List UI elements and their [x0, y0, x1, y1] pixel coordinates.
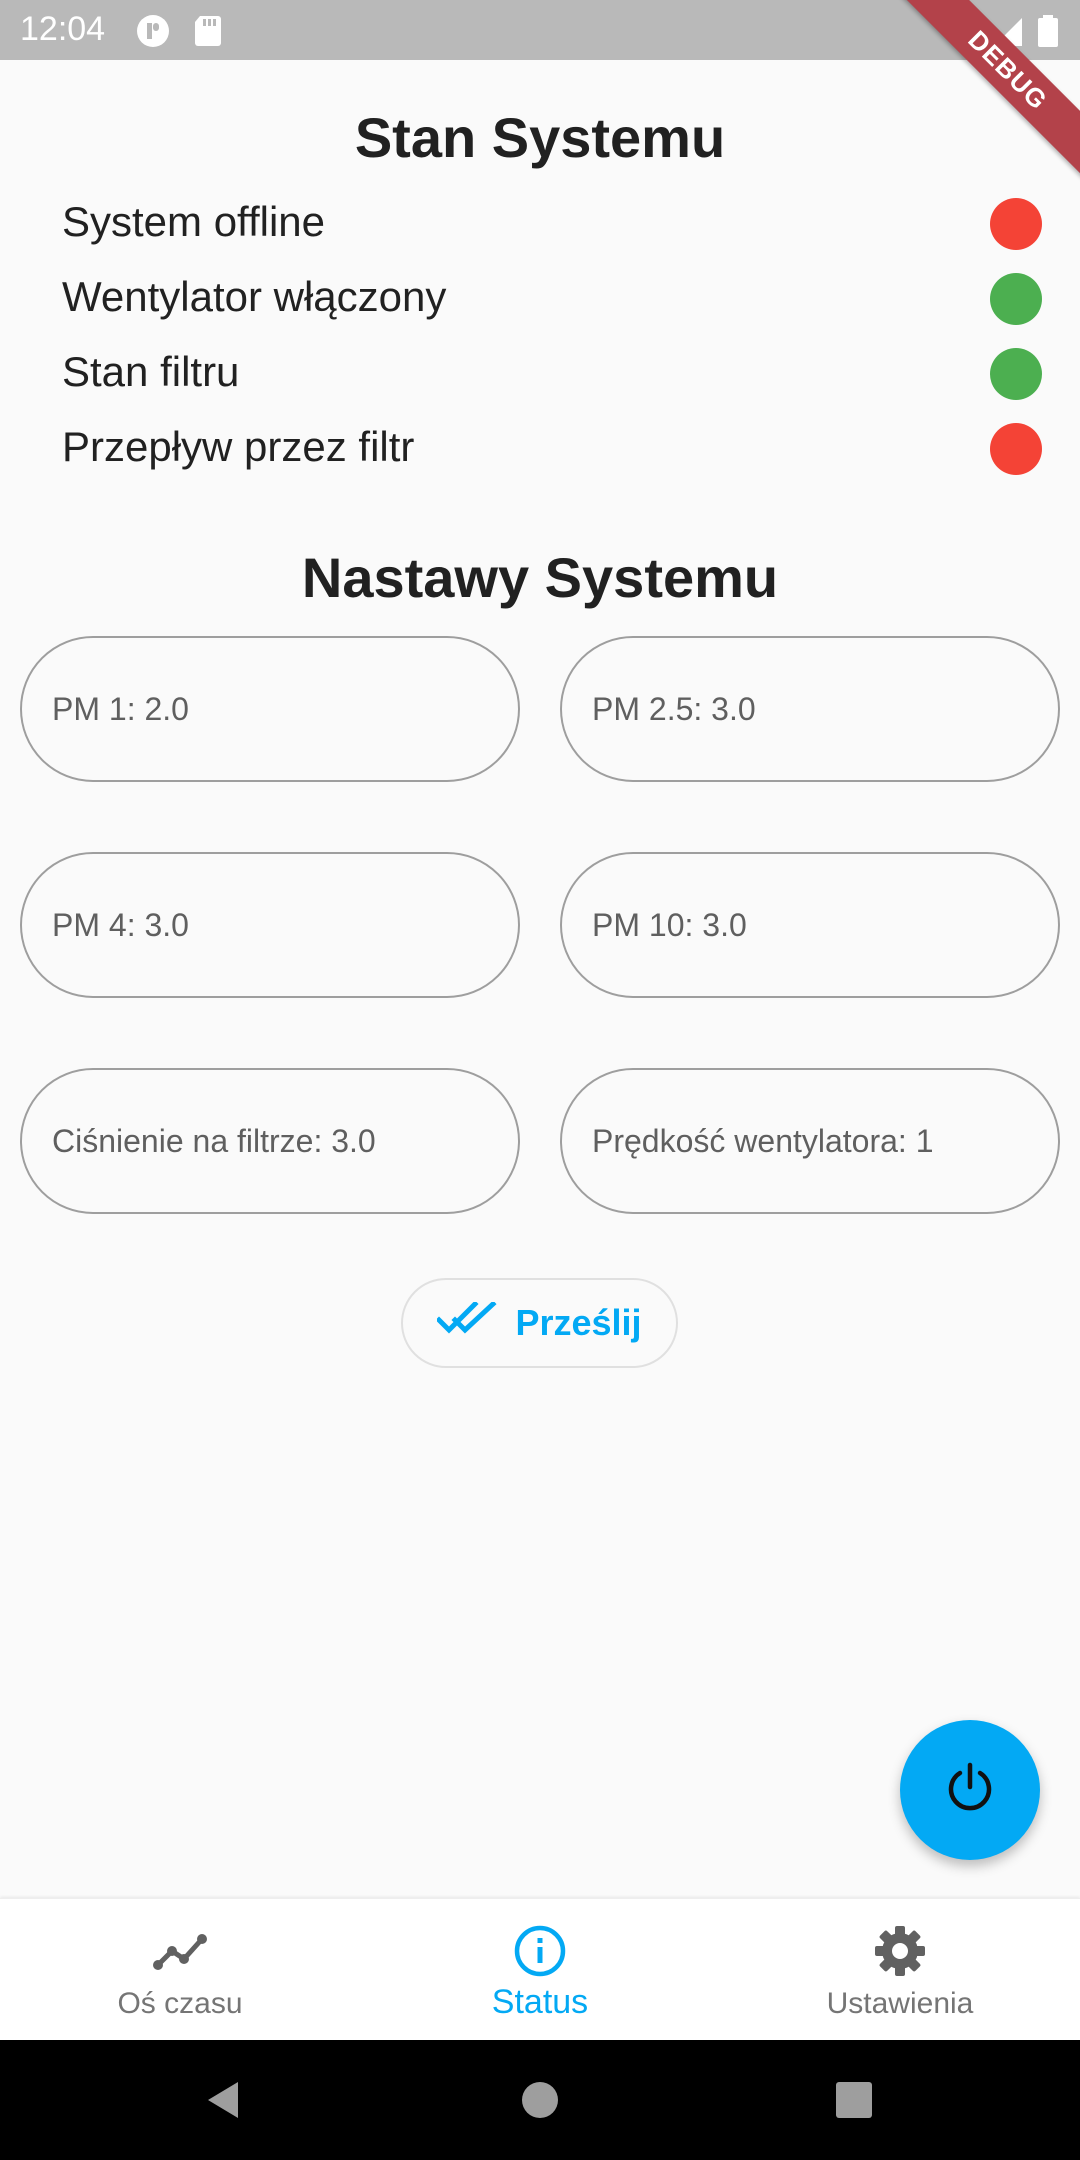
info-icon [510, 1921, 570, 1981]
nav-label: Ustawienia [826, 1987, 974, 2020]
setpoint-field-label: PM 4: 3.0 [52, 906, 189, 943]
timeline-icon [150, 1921, 210, 1981]
back-icon[interactable] [204, 2080, 244, 2120]
status-time: 12:04 [20, 10, 106, 48]
submit-button-label: Prześlij [515, 1302, 642, 1343]
status-item: System offline [62, 194, 1042, 254]
power-button[interactable] [900, 1720, 1040, 1860]
setpoint-field-pm4[interactable]: PM 4: 3.0 [20, 852, 520, 998]
battery-icon [1036, 14, 1060, 48]
submit-button[interactable]: Prześlij [401, 1278, 678, 1368]
nav-label: Status [491, 1983, 589, 2021]
status-indicator [990, 198, 1042, 250]
notification-app-icon [136, 14, 170, 48]
status-indicator [990, 348, 1042, 400]
setpoint-field-label: Ciśnienie na filtrze: 3.0 [52, 1122, 376, 1159]
status-indicator [990, 423, 1042, 475]
status-item-label: Wentylator włączony [62, 273, 447, 320]
setpoint-field-label: PM 2.5: 3.0 [592, 690, 756, 727]
power-icon [943, 1761, 997, 1820]
nav-label: Oś czasu [117, 1987, 243, 2020]
status-indicator [990, 273, 1042, 325]
status-item-label: Przepływ przez filtr [62, 423, 415, 470]
home-icon[interactable] [520, 2080, 560, 2120]
status-item: Wentylator włączony [62, 269, 1042, 329]
status-section-title: Stan Systemu [354, 106, 726, 169]
setpoint-field-label: PM 1: 2.0 [52, 690, 189, 727]
status-item: Stan filtru [62, 344, 1042, 404]
screen: 12:04 DEBUG Stan Systemu System offline … [0, 0, 1080, 2160]
setpoint-field-label: PM 10: 3.0 [592, 906, 747, 943]
status-item-label: Stan filtru [62, 348, 240, 395]
setpoints-section-title: Nastawy Systemu [301, 546, 779, 609]
gear-icon [870, 1921, 930, 1981]
setpoint-field-label: Prędkość wentylatora: 1 [592, 1122, 934, 1159]
recents-icon[interactable] [834, 2080, 874, 2120]
setpoint-field-pm25[interactable]: PM 2.5: 3.0 [560, 636, 1060, 782]
bottom-navigation: Oś czasu Status Ustawienia [0, 1898, 1080, 2040]
status-item: Przepływ przez filtr [62, 419, 1042, 479]
system-navigation-bar [0, 2040, 1080, 2160]
sd-card-icon [192, 14, 226, 48]
setpoint-field-fan-speed[interactable]: Prędkość wentylatora: 1 [560, 1068, 1060, 1214]
setpoint-field-filter-pressure[interactable]: Ciśnienie na filtrze: 3.0 [20, 1068, 520, 1214]
nav-item-timeline[interactable]: Oś czasu [0, 1899, 360, 2041]
done-all-icon [435, 1299, 497, 1345]
nav-item-status[interactable]: Status [360, 1899, 720, 2041]
setpoint-field-pm1[interactable]: PM 1: 2.0 [20, 636, 520, 782]
status-item-label: System offline [62, 198, 326, 245]
setpoint-field-pm10[interactable]: PM 10: 3.0 [560, 852, 1060, 998]
nav-item-settings[interactable]: Ustawienia [720, 1899, 1080, 2041]
